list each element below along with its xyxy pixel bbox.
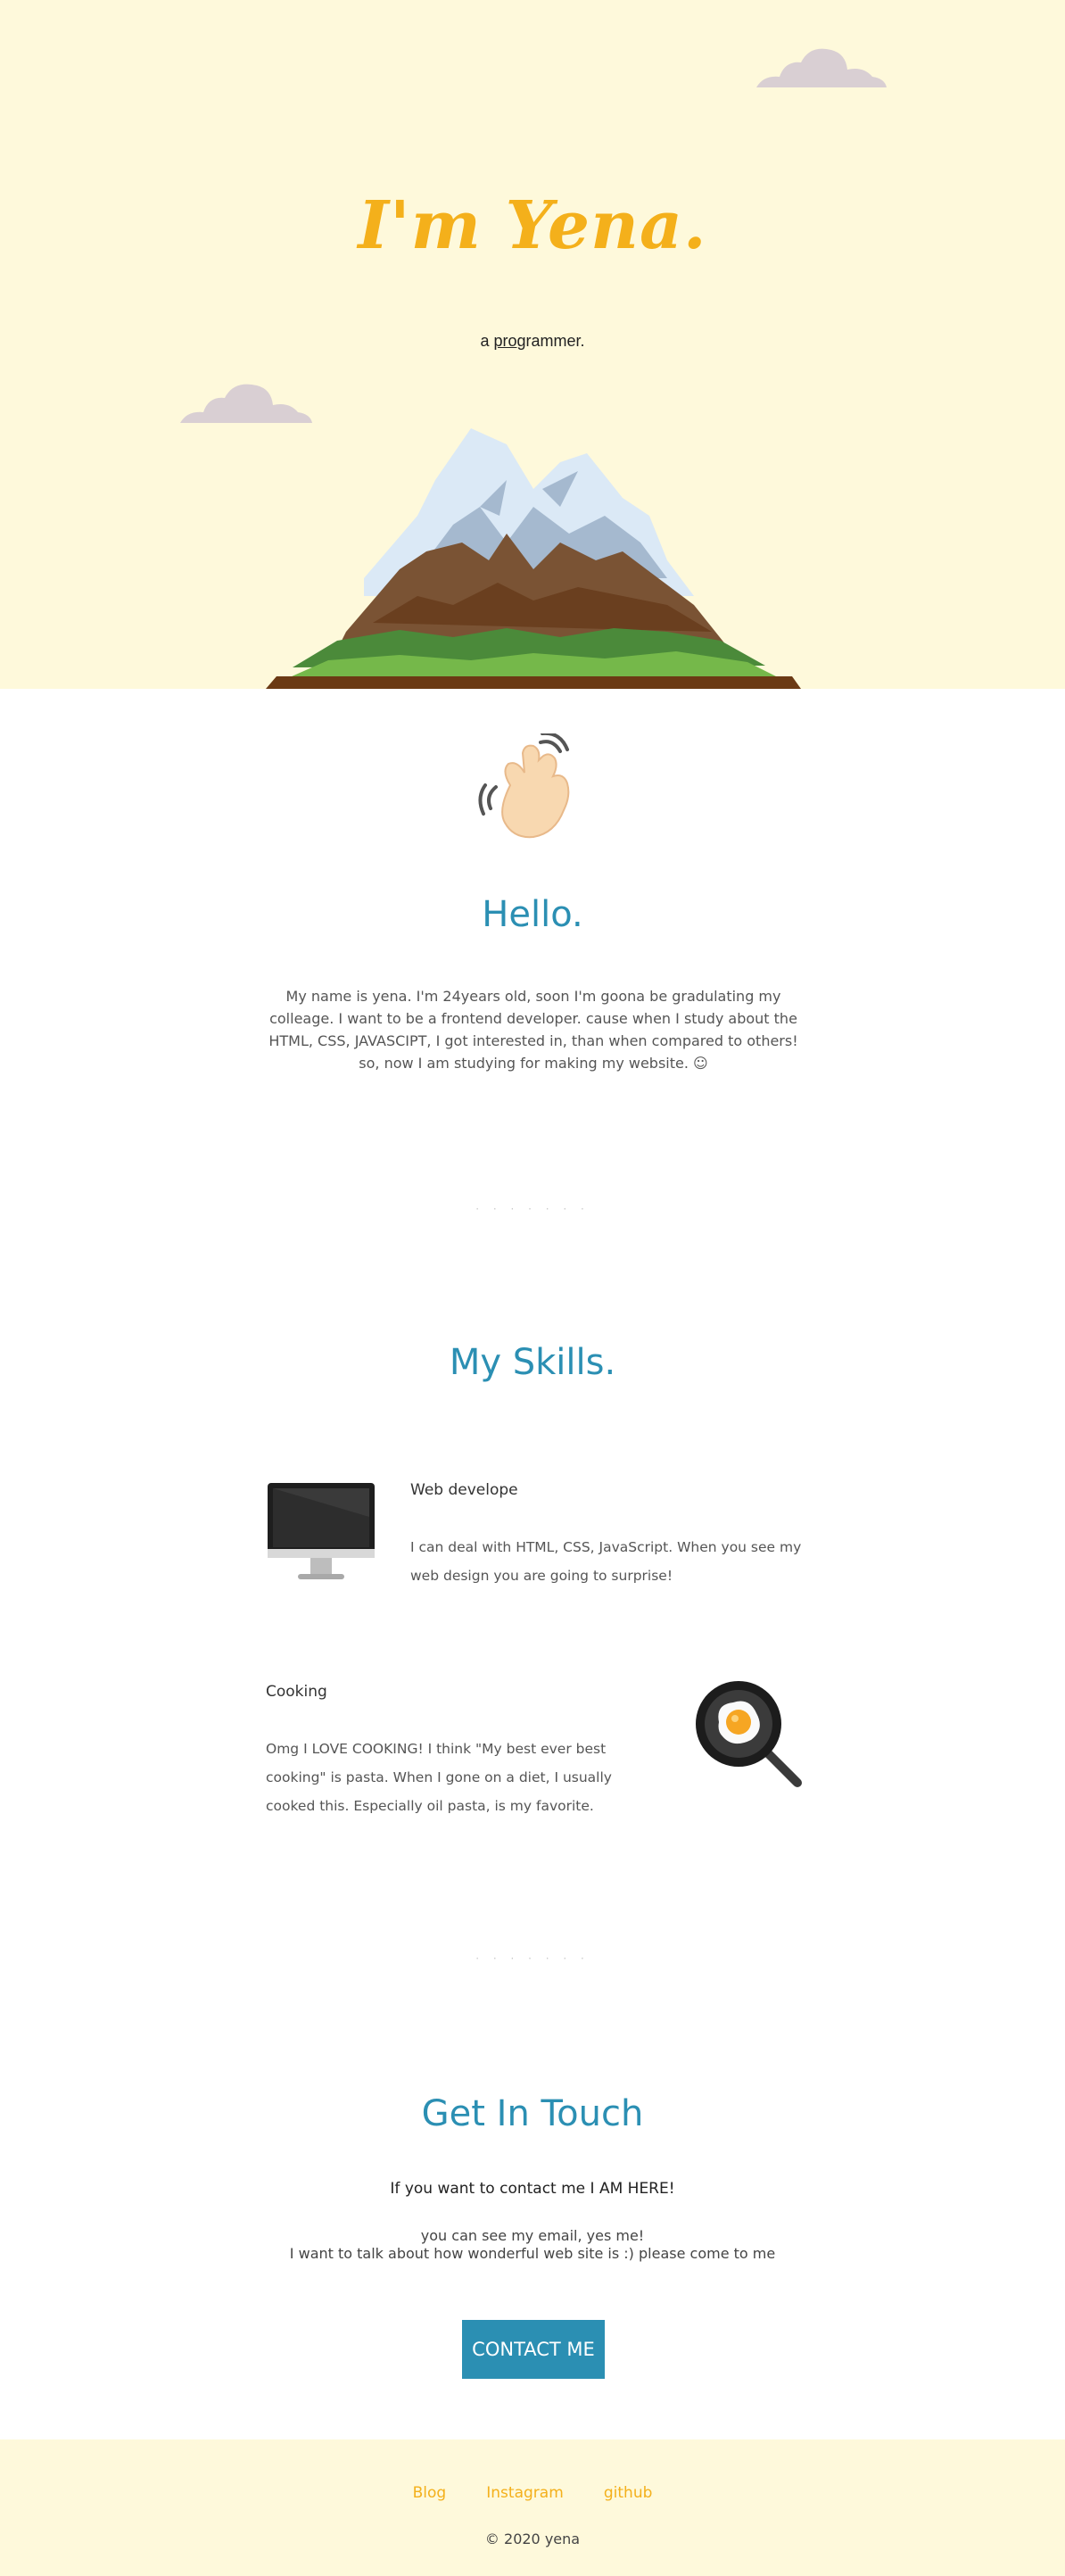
footer-nav: Blog Instagram github bbox=[0, 2484, 1065, 2502]
mountain-illustration bbox=[266, 428, 801, 689]
skill-desc-cooking: Omg I LOVE COOKING! I think "My best eve… bbox=[266, 1741, 612, 1814]
footer-link-instagram[interactable]: Instagram bbox=[486, 2484, 564, 2502]
contact-heading: Get In Touch bbox=[421, 2093, 644, 2134]
hero-section: I'm Yena. a programmer. bbox=[0, 0, 1065, 689]
waving-hand-icon bbox=[478, 733, 570, 839]
divider: · · · · · · · bbox=[475, 1203, 590, 1215]
skill-title-cooking: Cooking bbox=[266, 1683, 327, 1701]
hero-subtitle: a programmer. bbox=[0, 332, 1065, 351]
contact-me-button[interactable]: CONTACT ME bbox=[462, 2320, 605, 2379]
copyright: © 2020 yena bbox=[484, 2530, 581, 2547]
skills-heading: My Skills. bbox=[449, 1342, 616, 1383]
contact-lead: If you want to contact me I AM HERE! bbox=[390, 2180, 675, 2198]
hello-text: My name is yena. I'm 24years old, soon I… bbox=[268, 988, 798, 1072]
skill-desc-web: I can deal with HTML, CSS, JavaScript. W… bbox=[410, 1539, 802, 1584]
footer: Blog Instagram github © 2020 yena bbox=[0, 2439, 1065, 2576]
subtitle-prefix: a bbox=[480, 332, 494, 350]
hello-heading: Hello. bbox=[482, 894, 583, 935]
contact-text: you can see my email, yes me! I want to … bbox=[0, 2227, 1065, 2263]
frying-pan-egg-icon bbox=[696, 1681, 802, 1787]
footer-link-blog[interactable]: Blog bbox=[413, 2484, 447, 2502]
subtitle-typed: pro bbox=[493, 332, 517, 350]
footer-link-github[interactable]: github bbox=[604, 2484, 653, 2502]
subtitle-suffix: grammer. bbox=[516, 332, 585, 350]
skill-title-web: Web develope bbox=[410, 1481, 518, 1499]
desktop-monitor-icon bbox=[268, 1483, 375, 1579]
divider: · · · · · · · bbox=[475, 1952, 590, 1965]
cloud-icon bbox=[756, 48, 887, 87]
cloud-icon bbox=[180, 384, 312, 423]
contact-line-2: I want to talk about how wonderful web s… bbox=[289, 2245, 776, 2262]
hero-title: I'm Yena. bbox=[358, 187, 707, 264]
contact-line-1: you can see my email, yes me! bbox=[420, 2227, 645, 2244]
